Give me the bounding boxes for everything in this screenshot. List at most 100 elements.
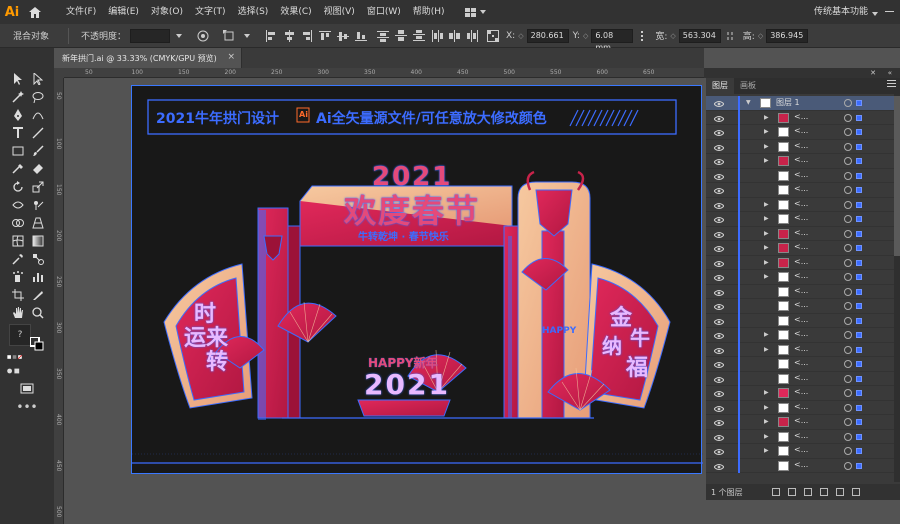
recolor-icon[interactable]	[196, 29, 210, 43]
distribute-right-icon[interactable]	[466, 29, 480, 43]
chevron-right-icon[interactable]: ▶	[764, 128, 769, 135]
selection-indicator[interactable]	[856, 100, 862, 106]
selection-indicator[interactable]	[856, 274, 862, 280]
align-right-icon[interactable]	[300, 29, 314, 43]
selection-indicator[interactable]	[856, 375, 862, 382]
layer-name[interactable]: <...	[794, 416, 808, 425]
selection-indicator[interactable]	[856, 404, 862, 411]
menu-item[interactable]: 文字(T)	[189, 0, 232, 24]
clipping-mask-icon[interactable]	[804, 488, 812, 496]
layer-name[interactable]: <...	[794, 155, 808, 164]
target-circle-icon[interactable]	[844, 331, 852, 339]
sublayer-row[interactable]: ▶ <...	[706, 400, 900, 415]
canvas[interactable]: 2021牛年拱门设计 Ai Ai全矢量源文件/可任意放大修改颜色 2021 欢度…	[64, 78, 704, 524]
horizontal-ruler[interactable]: 50 100 150 200 250 300 350 400 450 500 550 600 650	[64, 68, 704, 78]
visibility-eye-icon[interactable]	[713, 463, 725, 473]
draw-mode-icon[interactable]	[6, 362, 24, 380]
align-center-icon[interactable]	[282, 29, 296, 43]
right-panel-text-2[interactable]: 牛	[630, 322, 650, 351]
align-left-icon[interactable]	[264, 29, 278, 43]
fill-stroke-icon[interactable]	[28, 335, 46, 353]
shape-builder-icon[interactable]	[9, 214, 27, 232]
collapse-icon[interactable]: «	[888, 69, 892, 77]
locate-object-icon[interactable]	[788, 488, 796, 496]
target-circle-icon[interactable]	[844, 113, 852, 122]
artboard-tool-icon[interactable]	[9, 286, 27, 304]
column-graph-icon[interactable]	[29, 268, 47, 286]
menu-item[interactable]: 编辑(E)	[102, 0, 145, 24]
target-circle-icon[interactable]	[844, 418, 852, 426]
sublayer-row[interactable]: <...	[706, 458, 900, 473]
menu-item[interactable]: 效果(C)	[274, 0, 317, 24]
selection-indicator[interactable]	[856, 419, 862, 425]
side-label[interactable]: HAPPY	[542, 326, 576, 336]
layer-name[interactable]: <...	[794, 300, 808, 309]
close-icon[interactable]: ✕	[870, 69, 876, 77]
target-circle-icon[interactable]	[844, 316, 852, 325]
chevron-right-icon[interactable]: ▶	[764, 389, 769, 396]
sublayer-row[interactable]: ▶ <...	[706, 415, 900, 430]
height-input[interactable]: 386.945	[766, 28, 809, 43]
more-tools-icon[interactable]: •••	[16, 398, 37, 416]
opacity-input[interactable]	[130, 28, 171, 43]
chevron-right-icon[interactable]: ▶	[764, 418, 769, 425]
shaper-tool-icon[interactable]	[9, 160, 27, 178]
delete-icon[interactable]	[852, 488, 860, 496]
title-subtitle[interactable]: 牛转乾坤 · 春节快乐	[358, 228, 449, 243]
visibility-eye-icon[interactable]	[713, 231, 725, 241]
layer-name[interactable]: <...	[794, 431, 808, 440]
selection-indicator[interactable]	[856, 230, 862, 237]
visibility-eye-icon[interactable]	[713, 289, 725, 299]
visibility-eye-icon[interactable]	[713, 144, 725, 154]
selection-indicator[interactable]	[856, 390, 862, 396]
visibility-eye-icon[interactable]	[713, 274, 725, 284]
visibility-eye-icon[interactable]	[713, 303, 725, 313]
sublayer-row[interactable]: ▶ <...	[706, 125, 900, 140]
target-circle-icon[interactable]	[844, 403, 852, 412]
blend-tool-icon[interactable]	[29, 250, 47, 268]
layer-name[interactable]: <...	[794, 402, 808, 411]
left-panel-text-3[interactable]: 转	[206, 344, 228, 376]
sublayer-row[interactable]: ▶ <...	[706, 110, 900, 125]
symbol-sprayer-icon[interactable]	[9, 268, 27, 286]
distribute-center-icon[interactable]	[448, 29, 462, 43]
sublayer-row[interactable]: <...	[706, 313, 900, 328]
slice-tool-icon[interactable]	[29, 286, 47, 304]
vertical-ruler[interactable]: 50 100 150 200 250 300 350 400 450 500	[54, 78, 64, 524]
ruler-origin[interactable]	[54, 68, 64, 78]
rectangle-tool-icon[interactable]	[9, 142, 27, 160]
visibility-eye-icon[interactable]	[713, 216, 725, 226]
layer-name[interactable]: <...	[794, 257, 808, 266]
gradient-tool-icon[interactable]	[29, 232, 47, 250]
layer-name[interactable]: <...	[794, 460, 808, 469]
visibility-eye-icon[interactable]	[713, 361, 725, 371]
screen-mode-icon[interactable]	[18, 380, 36, 398]
selection-indicator[interactable]	[856, 346, 862, 353]
target-circle-icon[interactable]	[844, 258, 852, 267]
target-circle-icon[interactable]	[844, 186, 852, 194]
sublayer-row[interactable]: <...	[706, 168, 900, 183]
sublayer-row[interactable]: ▶ <...	[706, 342, 900, 357]
artwork-graphic[interactable]	[132, 86, 703, 475]
sublayer-row[interactable]: ▶ <...	[706, 154, 900, 169]
layer-name[interactable]: <...	[794, 358, 808, 367]
sublayer-row[interactable]: ▶ <...	[706, 429, 900, 444]
pen-tool-icon[interactable]	[9, 106, 27, 124]
x-stepper-icon[interactable]: ◇	[518, 32, 523, 40]
visibility-eye-icon[interactable]	[713, 158, 725, 168]
selection-indicator[interactable]	[856, 143, 862, 150]
menu-item[interactable]: 对象(O)	[145, 0, 189, 24]
target-circle-icon[interactable]	[844, 461, 852, 470]
layer-name[interactable]: <...	[794, 184, 808, 193]
sublayer-row[interactable]: <...	[706, 299, 900, 314]
artboard[interactable]: 2021牛年拱门设计 Ai Ai全矢量源文件/可任意放大修改颜色 2021 欢度…	[131, 85, 703, 475]
document-tab[interactable]: 新年拱门.ai @ 33.33% (CMYK/GPU 预览) ×	[54, 48, 242, 68]
chevron-right-icon[interactable]: ▶	[764, 244, 769, 251]
sublayer-row[interactable]: ▶ <...	[706, 226, 900, 241]
home-icon[interactable]	[24, 1, 46, 23]
menu-item[interactable]: 文件(F)	[60, 0, 102, 24]
target-circle-icon[interactable]	[844, 447, 852, 455]
link-icon[interactable]	[723, 29, 737, 43]
distribute-left-icon[interactable]	[430, 29, 444, 43]
target-circle-icon[interactable]	[844, 229, 852, 238]
